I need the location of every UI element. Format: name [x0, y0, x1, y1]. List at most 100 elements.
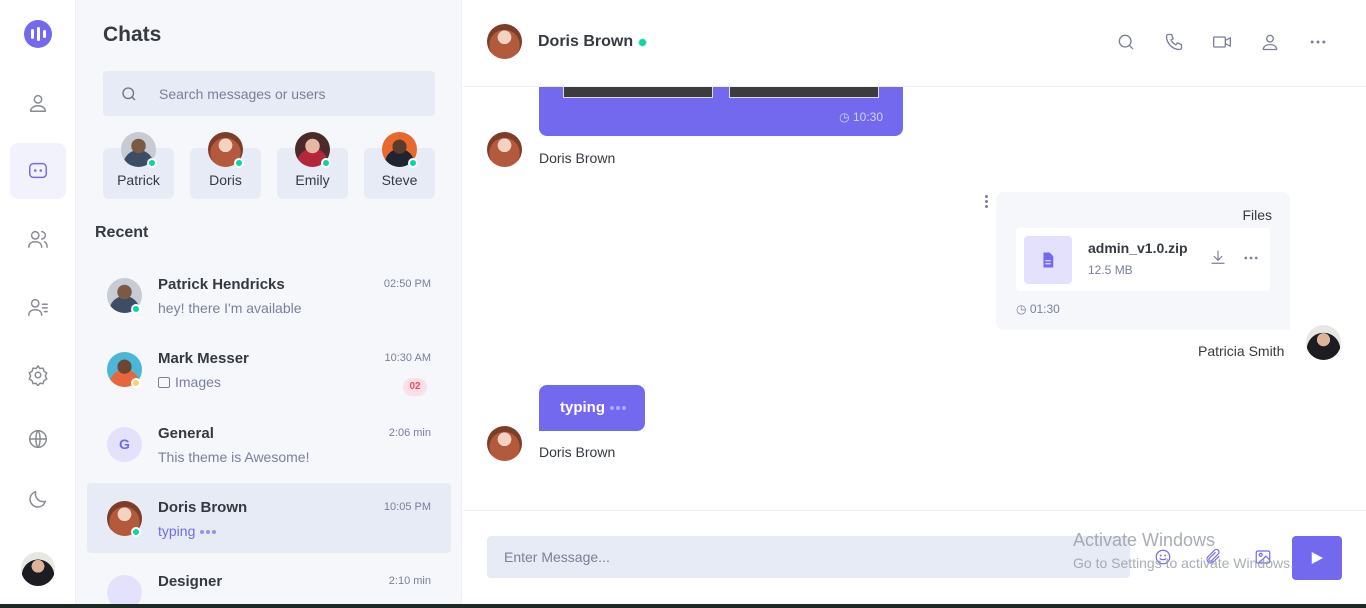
contacts-icon	[28, 298, 48, 316]
typing-text: typing	[158, 523, 196, 539]
profile-button[interactable]	[1258, 30, 1282, 54]
chat-item[interactable]: G General This theme is Awesome! 2:06 mi…	[87, 409, 451, 479]
avatar	[487, 132, 522, 167]
online-indicator	[131, 527, 141, 537]
settings-icon	[28, 365, 48, 386]
sender-name: Doris Brown	[539, 150, 616, 166]
message-composer: Activate Windows Go to Settings to activ…	[463, 510, 1366, 608]
online-user-patrick[interactable]: Patrick	[103, 132, 174, 199]
user-icon	[1262, 34, 1278, 51]
message-time: ◷ 10:30	[839, 110, 883, 124]
chats-title: Chats	[103, 23, 162, 46]
video-icon	[1213, 36, 1231, 48]
chat-list-panel: Chats Patrick Doris Emily Steve Recent	[76, 0, 462, 608]
search-icon	[1118, 34, 1134, 50]
files-title: Files	[1242, 207, 1272, 223]
contact-avatar[interactable]	[487, 24, 522, 59]
user-avatar[interactable]	[21, 552, 55, 586]
image-icon	[158, 377, 170, 388]
search-box[interactable]	[103, 71, 435, 116]
chat-item[interactable]: Mark Messer Images 10:30 AM 02	[87, 334, 451, 404]
phone-icon	[1165, 33, 1183, 51]
more-icon	[1310, 40, 1326, 44]
chat-item-selected[interactable]: Doris Brown typing 10:05 PM	[87, 483, 451, 553]
chat-time: 2:06 min	[388, 427, 431, 439]
file-message-bubble: Files admin_v1.0.zip 12.5 MB ◷ 01:30	[996, 192, 1290, 330]
recent-title: Recent	[95, 224, 149, 241]
online-user-doris[interactable]: Doris	[190, 132, 261, 199]
nav-contacts[interactable]	[10, 279, 66, 335]
avatar	[487, 426, 522, 461]
taskbar	[0, 604, 1366, 608]
typing-bubble: typing	[539, 385, 645, 431]
online-user-name: Patrick	[117, 172, 160, 188]
message-options-icon[interactable]	[985, 195, 988, 210]
typing-text: typing	[560, 399, 605, 416]
file-size: 12.5 MB	[1088, 263, 1133, 277]
chat-preview: typing	[158, 523, 217, 539]
language-icon	[29, 430, 47, 448]
nav-profile[interactable]	[10, 75, 66, 131]
avatar	[1306, 325, 1341, 360]
nav-chats[interactable]	[10, 143, 66, 199]
dark-mode-icon	[29, 490, 47, 508]
video-call-button[interactable]	[1210, 30, 1234, 54]
chat-item[interactable]: Patrick Hendricks hey! there I'm availab…	[87, 260, 451, 330]
chat-preview: This theme is Awesome!	[158, 449, 310, 465]
group-initial: G	[107, 427, 142, 462]
send-button[interactable]	[1292, 536, 1342, 580]
typing-dots-icon	[199, 523, 217, 539]
online-indicator	[147, 158, 157, 168]
nav-settings[interactable]	[10, 347, 66, 403]
chat-name: Patrick Hendricks	[158, 276, 285, 293]
nav-dark-mode[interactable]	[10, 471, 66, 527]
chat-name: Doris Brown	[158, 499, 248, 516]
online-status-icon	[638, 38, 647, 47]
online-user-name: Doris	[209, 172, 242, 188]
nav-rail	[0, 0, 76, 608]
search-input[interactable]	[159, 85, 399, 102]
conversation-panel: Doris Brown ◷ 10:30 Doris Brown Files ad…	[463, 0, 1366, 608]
call-button[interactable]	[1162, 30, 1186, 54]
more-icon	[1244, 256, 1258, 260]
file-name: admin_v1.0.zip	[1088, 240, 1188, 256]
file-more-button[interactable]	[1242, 249, 1260, 272]
profile-icon	[29, 94, 47, 112]
search-button[interactable]	[1114, 30, 1138, 54]
header-actions	[1090, 30, 1330, 54]
online-indicator	[321, 158, 331, 168]
app-logo-icon[interactable]	[24, 20, 52, 48]
sender-name: Doris Brown	[539, 444, 616, 460]
message-time: ◷ 01:30	[1016, 302, 1060, 316]
nav-groups[interactable]	[10, 211, 66, 267]
chat-item[interactable]: Designer 2:10 min	[87, 557, 451, 608]
typing-dots-icon	[609, 399, 627, 416]
watermark-title: Activate Windows	[1073, 530, 1216, 550]
online-user-emily[interactable]: Emily	[277, 132, 348, 199]
watermark-subtitle: Go to Settings to activate Windows.	[1073, 555, 1294, 571]
send-icon	[1311, 552, 1323, 564]
nav-language[interactable]	[10, 411, 66, 467]
online-indicator	[234, 158, 244, 168]
chat-preview: hey! there I'm available	[158, 300, 302, 316]
contact-name[interactable]: Doris Brown	[538, 33, 633, 51]
message-input[interactable]	[487, 536, 1130, 578]
windows-watermark: Activate Windows Go to Settings to activ…	[1073, 530, 1294, 571]
file-icon	[1024, 236, 1072, 284]
file-attachment: admin_v1.0.zip 12.5 MB	[1016, 228, 1270, 291]
chat-time: 10:05 PM	[383, 501, 431, 513]
conversation-header: Doris Brown	[463, 0, 1366, 87]
chat-time: 10:30 AM	[384, 352, 431, 364]
sender-name: Patricia Smith	[1198, 343, 1285, 359]
online-user-name: Steve	[381, 172, 418, 188]
chat-name: Designer	[158, 573, 223, 590]
online-user-name: Emily	[295, 172, 330, 188]
chat-preview-text: Images	[175, 374, 221, 390]
online-user-steve[interactable]: Steve	[364, 132, 435, 199]
more-button[interactable]	[1306, 30, 1330, 54]
online-users: Patrick Doris Emily Steve	[103, 130, 443, 200]
download-button[interactable]	[1209, 249, 1227, 272]
chat-icon	[29, 162, 47, 179]
chat-name: Mark Messer	[158, 350, 249, 367]
chat-preview: Images	[158, 374, 221, 390]
